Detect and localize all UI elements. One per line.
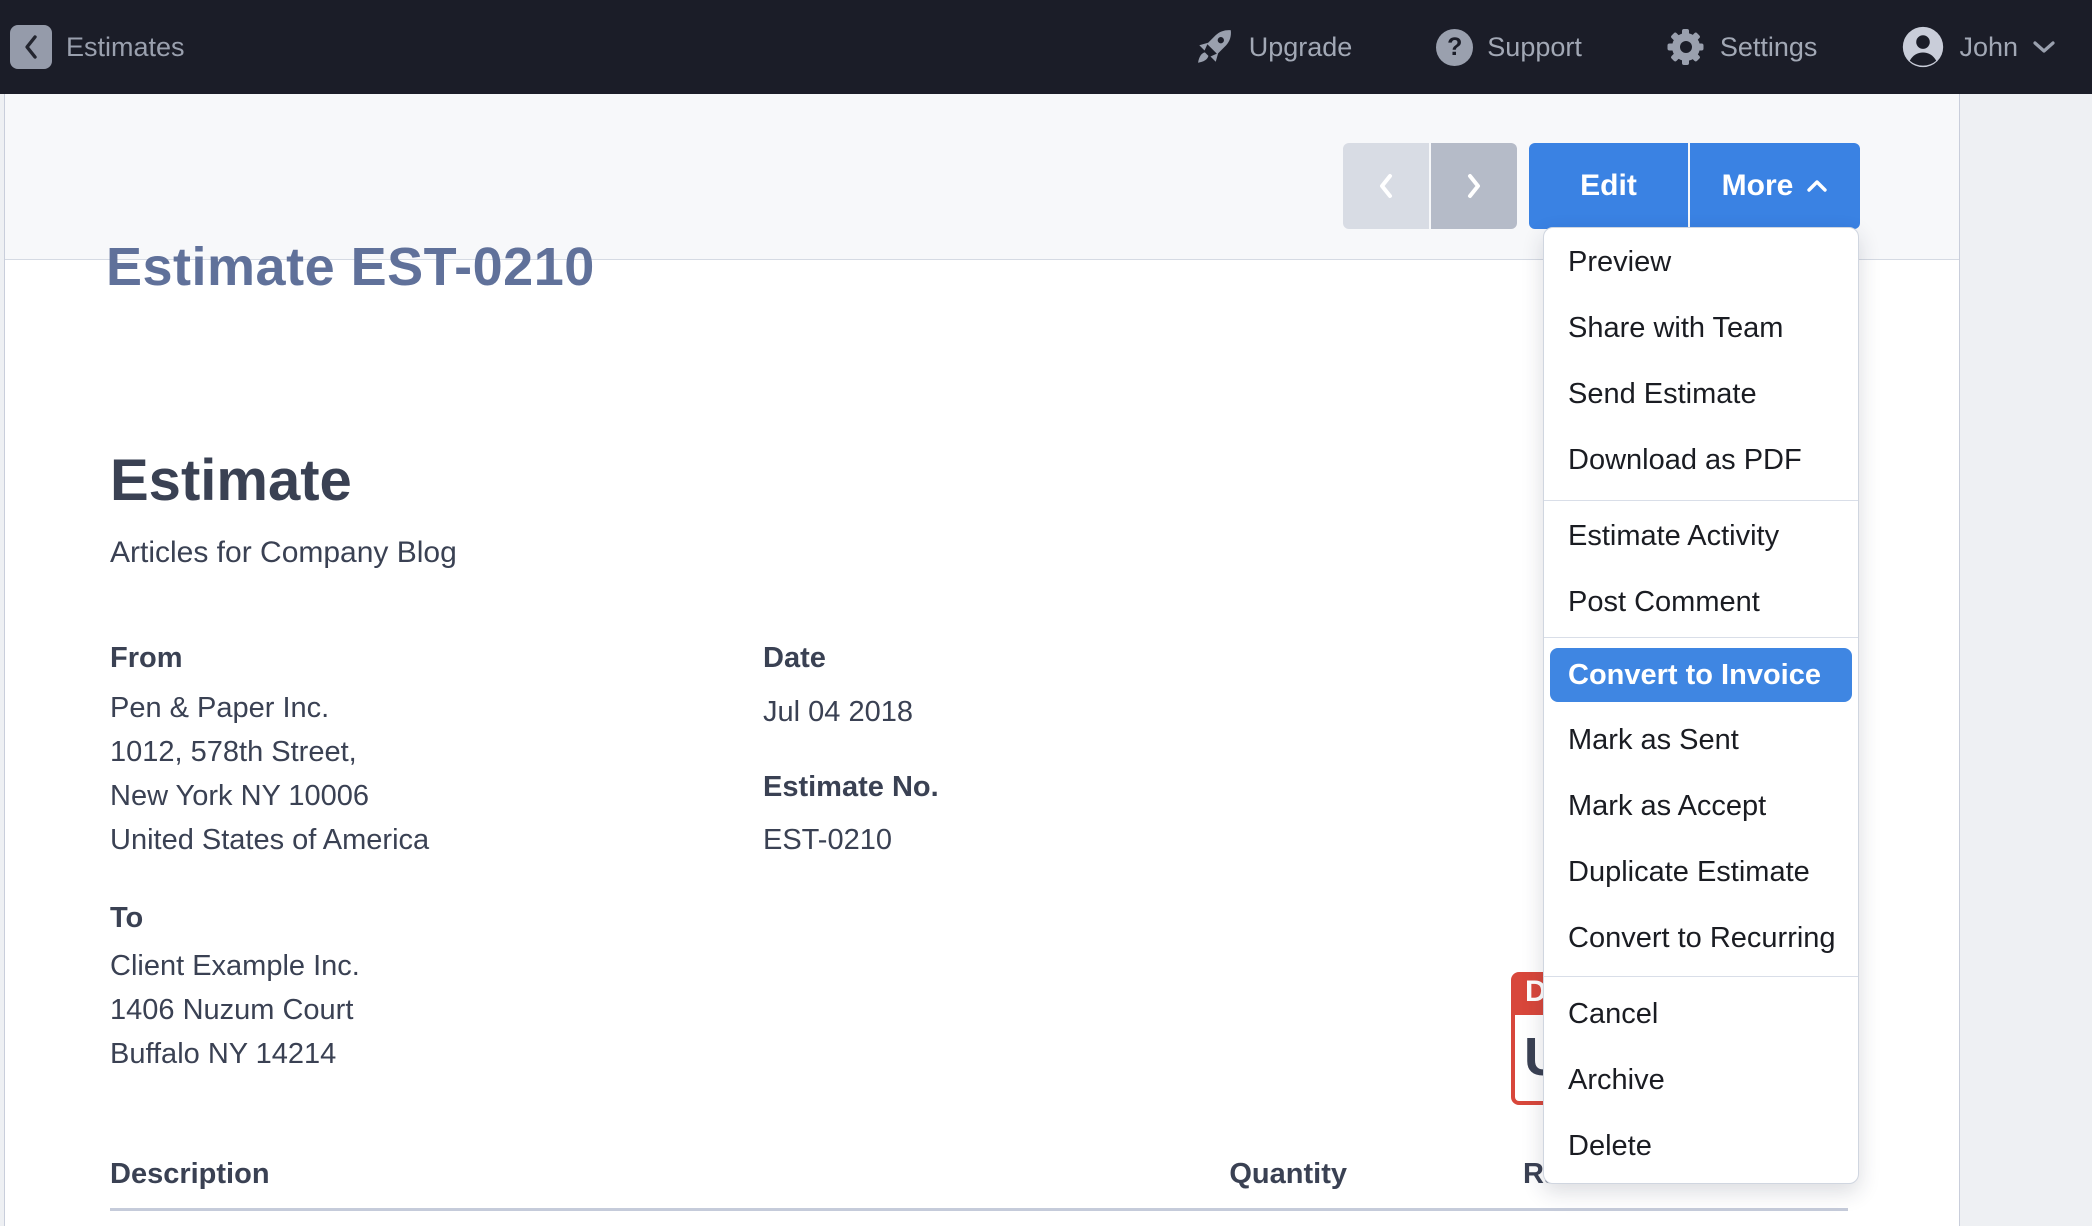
settings-label: Settings: [1719, 31, 1818, 62]
column-header-quantity: Quantity: [1229, 1158, 1347, 1190]
menu-item-mark-as-accept[interactable]: Mark as Accept: [1544, 773, 1858, 839]
from-line: United States of America: [110, 824, 430, 856]
document-subject: Articles for Company Blog: [110, 536, 457, 569]
page-title: Estimate EST-0210: [106, 237, 595, 297]
next-estimate-button[interactable]: [1431, 143, 1517, 229]
menu-item-archive[interactable]: Archive: [1544, 1047, 1858, 1113]
menu-section: Estimate Activity Post Comment: [1544, 501, 1858, 637]
help-icon: [1436, 28, 1474, 66]
menu-item-cancel[interactable]: Cancel: [1544, 981, 1858, 1047]
menu-section: Convert to Invoice Mark as Sent Mark as …: [1544, 638, 1858, 976]
from-line: New York NY 10006: [110, 780, 370, 812]
menu-section: Cancel Archive Delete: [1544, 977, 1858, 1183]
menu-item-preview[interactable]: Preview: [1544, 229, 1858, 295]
estimate-no-value: EST-0210: [763, 824, 892, 856]
avatar: [1903, 26, 1944, 68]
menu-section: Preview Share with Team Send Estimate Do…: [1544, 228, 1858, 500]
to-label: To: [110, 902, 144, 934]
document-heading: Estimate: [110, 448, 352, 513]
to-address: Client Example Inc. 1406 Nuzum Court Buf…: [110, 944, 360, 1076]
user-name: John: [1959, 31, 2018, 62]
to-line: Client Example Inc.: [110, 950, 360, 982]
to-line: 1406 Nuzum Court: [110, 994, 354, 1026]
menu-item-share-with-team[interactable]: Share with Team: [1544, 295, 1858, 361]
top-bar: Estimates Upgrade Support Settings: [0, 0, 2092, 94]
menu-item-mark-as-sent[interactable]: Mark as Sent: [1544, 707, 1858, 773]
more-label: More: [1721, 169, 1794, 202]
estimate-no-label: Estimate No.: [763, 771, 939, 803]
date-value: Jul 04 2018: [763, 696, 913, 728]
gear-icon: [1666, 27, 1706, 67]
header-actions: Edit More: [1529, 143, 1860, 229]
chevron-down-icon: [2033, 41, 2055, 53]
chevron-left-icon: [25, 35, 37, 59]
chevron-up-icon: [1807, 180, 1828, 192]
table-header-divider: [110, 1208, 1848, 1211]
from-label: From: [110, 642, 183, 674]
menu-item-send-estimate[interactable]: Send Estimate: [1544, 361, 1858, 427]
menu-item-post-comment[interactable]: Post Comment: [1544, 569, 1858, 635]
support-button[interactable]: Support: [1436, 28, 1582, 66]
from-address: Pen & Paper Inc. 1012, 578th Street, New…: [110, 686, 429, 862]
previous-estimate-button[interactable]: [1343, 143, 1429, 229]
edit-button[interactable]: Edit: [1529, 143, 1688, 229]
more-dropdown-menu: Preview Share with Team Send Estimate Do…: [1543, 227, 1859, 1184]
pager: [1343, 143, 1517, 229]
support-label: Support: [1487, 31, 1582, 62]
back-button[interactable]: [10, 25, 52, 69]
topbar-actions: Upgrade Support Settings John: [1109, 0, 2056, 94]
from-line: Pen & Paper Inc.: [110, 692, 330, 724]
user-menu[interactable]: John: [1901, 25, 2056, 69]
menu-item-convert-to-invoice[interactable]: Convert to Invoice: [1550, 648, 1852, 702]
rocket-icon: [1197, 30, 1231, 63]
breadcrumb: Estimates: [66, 31, 185, 62]
date-label: Date: [763, 642, 826, 674]
menu-item-convert-to-recurring[interactable]: Convert to Recurring: [1544, 905, 1858, 971]
more-button[interactable]: More: [1690, 143, 1860, 229]
to-line: Buffalo NY 14214: [110, 1038, 337, 1070]
menu-item-estimate-activity[interactable]: Estimate Activity: [1544, 503, 1858, 569]
settings-button[interactable]: Settings: [1666, 27, 1818, 67]
menu-item-duplicate-estimate[interactable]: Duplicate Estimate: [1544, 839, 1858, 905]
chevron-right-icon: [1468, 174, 1480, 198]
from-line: 1012, 578th Street,: [110, 736, 357, 768]
menu-item-download-as-pdf[interactable]: Download as PDF: [1544, 427, 1858, 493]
column-header-description: Description: [110, 1158, 270, 1190]
upgrade-button[interactable]: Upgrade: [1193, 26, 1353, 68]
menu-item-delete[interactable]: Delete: [1544, 1113, 1858, 1179]
chevron-left-icon: [1380, 174, 1392, 198]
upgrade-label: Upgrade: [1248, 31, 1353, 62]
